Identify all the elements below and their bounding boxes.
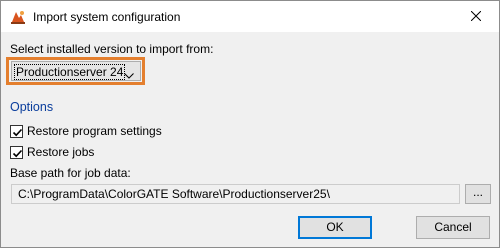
chevron-down-icon [124, 68, 134, 82]
version-dropdown-value: Productionserver 24 [14, 64, 126, 80]
ok-button[interactable]: OK [298, 216, 372, 239]
job-data-path-field[interactable] [11, 184, 460, 204]
app-icon [10, 9, 26, 25]
options-section-title: Options [10, 100, 54, 114]
check-icon [12, 128, 23, 137]
cancel-button[interactable]: Cancel [416, 216, 490, 239]
restore-jobs-checkbox[interactable] [10, 146, 23, 159]
import-dialog: Import system configuration Select insta… [0, 0, 500, 248]
restore-program-settings-label: Restore program settings [27, 124, 162, 138]
close-icon [471, 11, 481, 21]
check-icon [12, 149, 23, 158]
window-title: Import system configuration [33, 10, 181, 24]
restore-jobs-label: Restore jobs [27, 145, 95, 159]
restore-program-settings-checkbox[interactable] [10, 125, 23, 138]
job-data-path-label: Base path for job data: [10, 166, 131, 180]
version-dropdown[interactable]: Productionserver 24 [11, 61, 141, 81]
title-bar: Import system configuration [1, 1, 499, 32]
browse-button[interactable]: ... [465, 184, 491, 204]
close-button[interactable] [453, 1, 499, 32]
version-select-label: Select installed version to import from: [10, 42, 214, 56]
